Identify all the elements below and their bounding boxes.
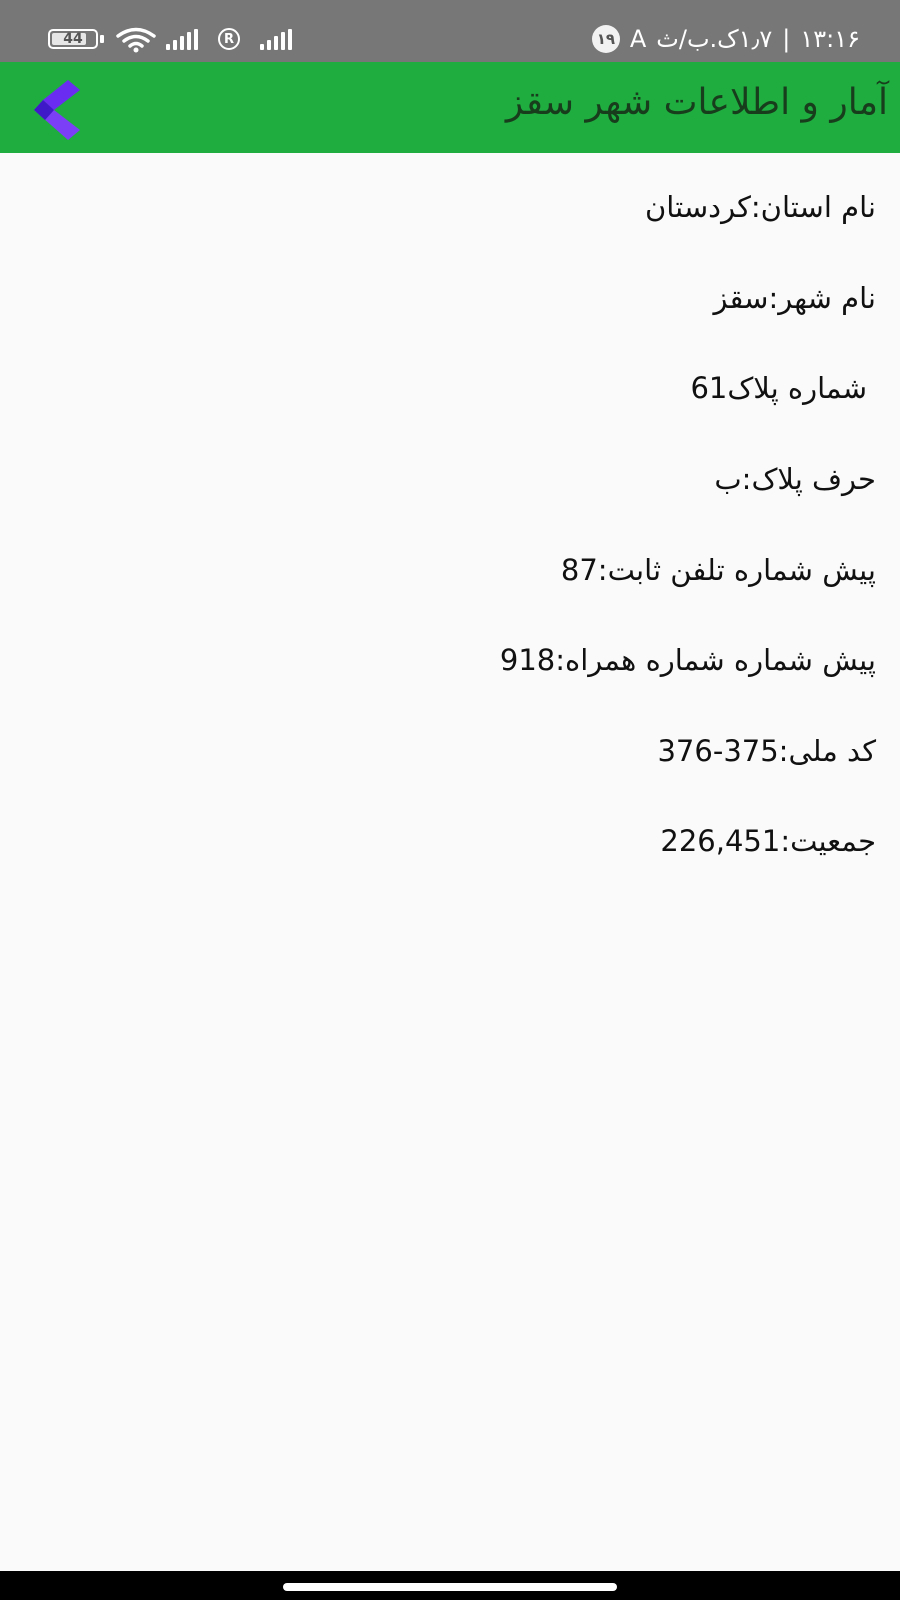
national-code: کد ملی:375-376 — [657, 734, 876, 768]
city-name: نام شهر:سقز — [713, 281, 877, 315]
population: جمعیت:226,451 — [660, 824, 876, 858]
province-name: نام استان:کردستان — [645, 190, 876, 224]
mobile-prefix: پیش شماره شماره همراه:918 — [499, 643, 876, 677]
battery-tip — [100, 35, 104, 43]
notification-badge: ۱۹ — [591, 25, 620, 53]
plate-letter: حرف پلاک:ب — [714, 462, 876, 496]
signal-icon — [166, 28, 198, 50]
wifi-icon — [116, 27, 156, 53]
battery-level: 44 — [63, 31, 83, 47]
status-bar: 44 R ۱۹ A ۱٫۷ک.ب/ث | ۱۳:۱۶ — [0, 0, 900, 62]
registered-icon: R — [218, 28, 240, 50]
back-button[interactable] — [30, 76, 90, 140]
landline-prefix: پیش شماره تلفن ثابت:87 — [560, 553, 876, 587]
home-indicator[interactable] — [283, 1583, 617, 1591]
navigation-bar — [0, 1571, 900, 1600]
signal-icon-2 — [260, 28, 292, 50]
status-right-group: ۱۹ A ۱٫۷ک.ب/ث | ۱۳:۱۶ — [591, 24, 860, 54]
status-separator: | — [782, 25, 791, 53]
page-title: آمار و اطلاعات شهر سقز — [505, 82, 888, 123]
clock: ۱۳:۱۶ — [800, 25, 860, 53]
battery-icon: 44 — [48, 29, 98, 49]
plate-number: شماره پلاک61 — [690, 371, 867, 405]
chevron-left-icon — [34, 80, 80, 140]
network-indicator: A — [629, 25, 647, 53]
app-bar: آمار و اطلاعات شهر سقز — [0, 62, 900, 153]
network-speed: ۱٫۷ک.ب/ث — [656, 25, 773, 53]
